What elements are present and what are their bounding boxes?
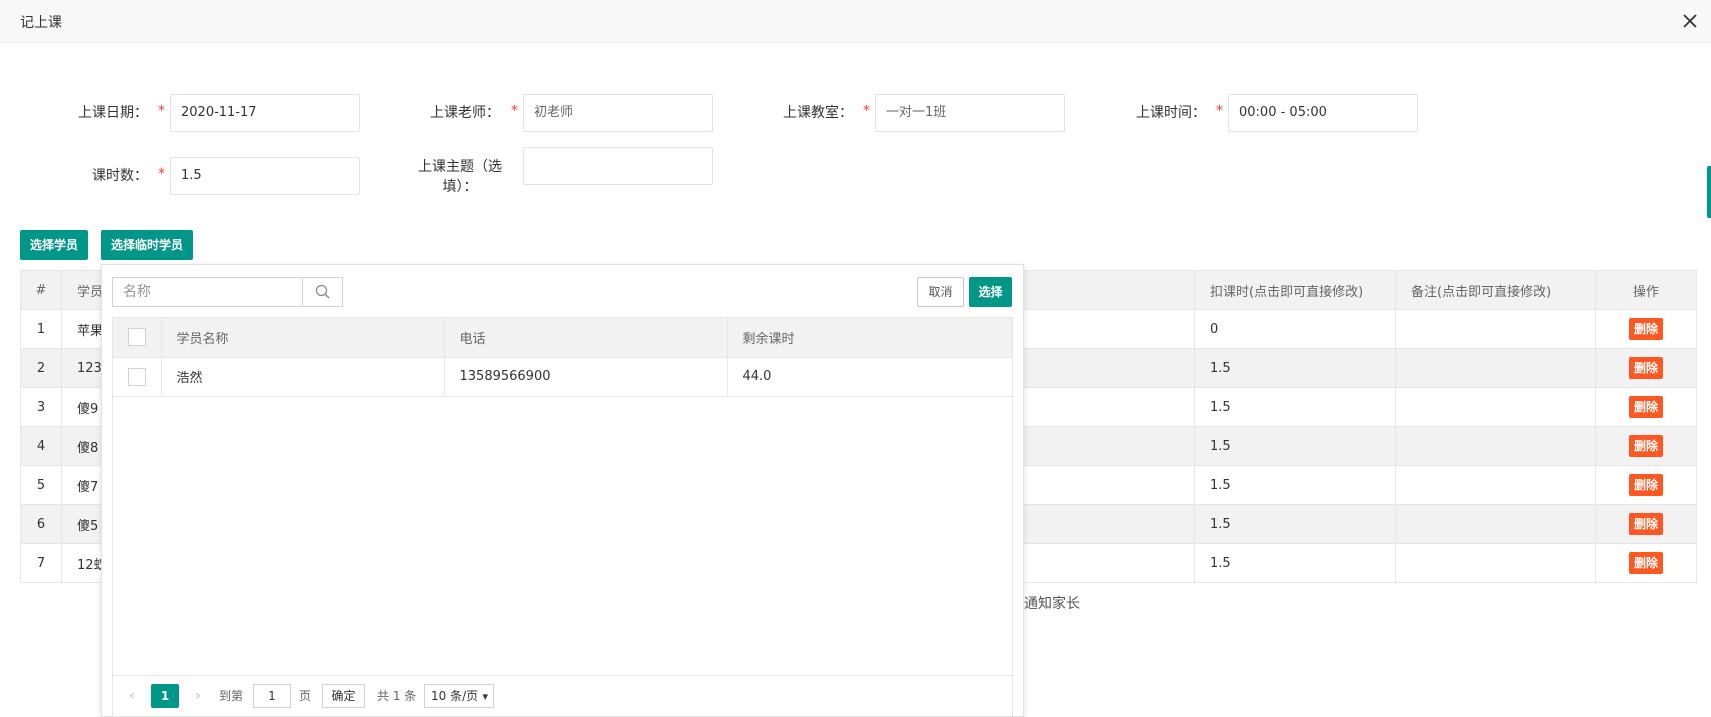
column-header: 剩余课时 bbox=[727, 318, 1012, 358]
row-index: 6 bbox=[20, 504, 62, 544]
deduct-hours-cell[interactable]: 1.5 bbox=[1194, 426, 1396, 466]
select-student-button[interactable]: 选择学员 bbox=[20, 230, 88, 260]
next-page-icon[interactable]: › bbox=[189, 684, 207, 708]
deduct-hours-cell[interactable]: 1.5 bbox=[1194, 348, 1396, 388]
row-index: 7 bbox=[20, 543, 62, 583]
teacher-label: 上课老师： bbox=[430, 105, 500, 121]
dialog-title: 记上课 bbox=[20, 15, 62, 31]
prev-page-icon[interactable]: ‹ bbox=[123, 684, 141, 708]
page-number-current[interactable]: 1 bbox=[151, 684, 179, 708]
column-header: 备注(点击即可直接修改) bbox=[1395, 270, 1596, 310]
student-name: 浩然 bbox=[161, 357, 445, 397]
deduct-hours-cell[interactable]: 1.5 bbox=[1194, 387, 1396, 427]
teacher-field[interactable]: 初老师 bbox=[523, 94, 713, 132]
goto-confirm-button[interactable]: 确定 bbox=[322, 684, 365, 708]
date-field[interactable]: 2020-11-17 bbox=[170, 94, 360, 132]
time-field[interactable]: 00:00 - 05:00 bbox=[1228, 94, 1418, 132]
time-label: 上课时间： bbox=[1136, 105, 1206, 121]
row-index: 1 bbox=[20, 309, 62, 349]
goto-page-input[interactable]: 1 bbox=[253, 684, 291, 708]
required-mark: * bbox=[511, 103, 518, 119]
select-temp-student-button[interactable]: 选择临时学员 bbox=[101, 230, 193, 260]
note-cell[interactable] bbox=[1395, 543, 1596, 583]
student-picker-table: 学员名称 电话 剩余课时 浩然 13589566900 44.0 bbox=[113, 318, 1012, 397]
hours-field[interactable]: 1.5 bbox=[170, 157, 360, 195]
cancel-button[interactable]: 取消 bbox=[917, 277, 964, 307]
delete-button[interactable]: 删除 bbox=[1628, 435, 1663, 457]
note-cell[interactable] bbox=[1395, 348, 1596, 388]
table-row[interactable]: 浩然 13589566900 44.0 bbox=[113, 357, 1012, 397]
close-icon[interactable] bbox=[1679, 10, 1701, 32]
search-icon[interactable] bbox=[302, 277, 343, 307]
column-header: 操作 bbox=[1595, 270, 1697, 310]
delete-button[interactable]: 删除 bbox=[1628, 513, 1663, 535]
required-mark: * bbox=[863, 103, 870, 119]
row-index: 4 bbox=[20, 426, 62, 466]
room-label: 上课教室： bbox=[783, 105, 853, 121]
student-phone: 13589566900 bbox=[444, 357, 728, 397]
row-checkbox[interactable] bbox=[127, 367, 146, 386]
delete-button[interactable]: 删除 bbox=[1628, 474, 1663, 496]
deduct-hours-cell[interactable]: 1.5 bbox=[1194, 465, 1396, 505]
required-mark: * bbox=[158, 103, 165, 119]
topic-field[interactable] bbox=[523, 147, 713, 185]
column-header: # bbox=[20, 270, 62, 310]
delete-button[interactable]: 删除 bbox=[1628, 552, 1663, 574]
remaining-hours: 44.0 bbox=[727, 357, 1012, 397]
delete-button[interactable]: 删除 bbox=[1628, 318, 1663, 340]
row-index: 3 bbox=[20, 387, 62, 427]
goto-label: 到第 bbox=[219, 689, 244, 703]
row-index: 5 bbox=[20, 465, 62, 505]
page-unit-label: 页 bbox=[299, 689, 312, 703]
note-cell[interactable] bbox=[1395, 465, 1596, 505]
chevron-down-icon: ▾ bbox=[482, 690, 488, 703]
confirm-select-button[interactable]: 选择 bbox=[969, 277, 1012, 307]
row-index: 2 bbox=[20, 348, 62, 388]
required-mark: * bbox=[158, 166, 165, 182]
select-all-checkbox[interactable] bbox=[127, 328, 146, 347]
column-header: 电话 bbox=[444, 318, 728, 358]
deduct-hours-cell[interactable]: 1.5 bbox=[1194, 543, 1396, 583]
note-cell[interactable] bbox=[1395, 426, 1596, 466]
scrollbar-thumb[interactable] bbox=[1707, 166, 1711, 218]
deduct-hours-cell[interactable]: 1.5 bbox=[1194, 504, 1396, 544]
hours-label: 课时数： bbox=[92, 168, 148, 184]
search-input[interactable]: 名称 bbox=[112, 277, 302, 307]
dialog-title-bar: 记上课 bbox=[0, 0, 1711, 43]
pagination: ‹ 1 › 到第 1 页 确定 共 1 条 10 条/页 ▾ bbox=[113, 675, 1012, 716]
note-cell[interactable] bbox=[1395, 309, 1596, 349]
deduct-hours-cell[interactable]: 0 bbox=[1194, 309, 1396, 349]
total-count: 共 1 条 bbox=[377, 689, 417, 703]
delete-button[interactable]: 删除 bbox=[1628, 396, 1663, 418]
date-label: 上课日期： bbox=[78, 105, 148, 121]
topic-label: 上课主题（选 填）： bbox=[418, 159, 502, 195]
note-cell[interactable] bbox=[1395, 387, 1596, 427]
note-cell[interactable] bbox=[1395, 504, 1596, 544]
required-mark: * bbox=[1216, 103, 1223, 119]
student-picker-popup: 名称 取消 选择 学员名称 电话 剩余课时 浩然 13589566900 44.… bbox=[101, 264, 1024, 717]
room-field[interactable]: 一对一1班 bbox=[875, 94, 1065, 132]
page-size-select[interactable]: 10 条/页 ▾ bbox=[424, 684, 494, 708]
column-header: 学员名称 bbox=[161, 318, 445, 358]
popup-table-container: 学员名称 电话 剩余课时 浩然 13589566900 44.0 ‹ 1 › 到… bbox=[112, 317, 1013, 717]
column-header: 扣课时(点击即可直接修改) bbox=[1194, 270, 1396, 310]
notify-parents-label[interactable]: 通知家长 bbox=[1024, 593, 1080, 613]
delete-button[interactable]: 删除 bbox=[1628, 357, 1663, 379]
